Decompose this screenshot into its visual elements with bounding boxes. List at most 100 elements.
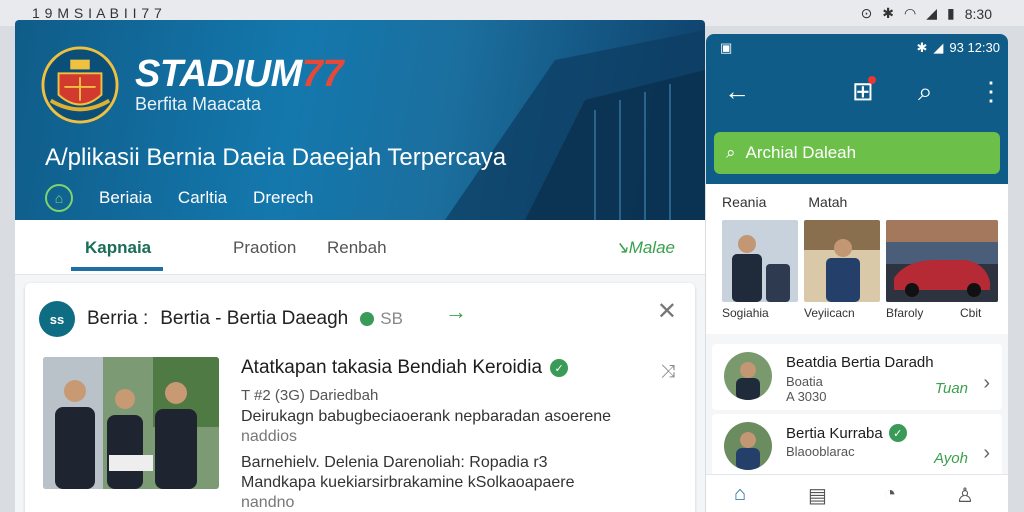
home-icon[interactable]: ⌂ bbox=[45, 184, 73, 212]
thumbnail-image[interactable] bbox=[886, 220, 998, 302]
battery-icon: ▮ bbox=[947, 5, 955, 21]
tab-praotion[interactable]: Praotion bbox=[233, 238, 296, 258]
phone-status-right: ✱ ◢ 93 12:30 bbox=[916, 40, 1000, 56]
bottom-nav: ⌂ ▤ ◔ ♙ bbox=[706, 474, 1008, 512]
list-item-sub-line: A 3030 bbox=[786, 389, 827, 404]
thumbnail-caption: Bfaroly bbox=[886, 306, 924, 320]
card-source-detail: Bertia - Bertia Daeagh bbox=[160, 308, 349, 329]
section-label[interactable]: Matah bbox=[808, 194, 847, 210]
card-sb: SB bbox=[360, 309, 403, 329]
brand-name-accent: 77 bbox=[301, 53, 344, 95]
phone-status-text: 93 12:30 bbox=[949, 40, 1000, 55]
news-title[interactable]: Atatkapan takasia Bendiah Keroidia ✓ bbox=[241, 357, 569, 379]
bluetooth-icon: ✱ bbox=[882, 5, 895, 21]
tab-more-label: Malae bbox=[628, 238, 675, 257]
news-card[interactable]: ss Berria : Bertia - Bertia Daeagh SB → … bbox=[25, 283, 695, 512]
signal-icon: ◢ bbox=[926, 5, 938, 21]
card-source: Berria : bbox=[87, 308, 149, 329]
tab-kapnaia[interactable]: Kapnaia bbox=[85, 238, 151, 258]
crest-logo bbox=[41, 46, 119, 124]
news-body-line: Barnehielv. Delenia Darenoliah: Ropadia … bbox=[241, 454, 548, 471]
news-meta: T #2 (3G) Dariedbah bbox=[241, 387, 379, 404]
more-vert-icon[interactable]: ⋮ bbox=[978, 76, 1004, 107]
list-item-title-text: Bertia Kurraba bbox=[786, 424, 883, 442]
list-item-title: Beatdia Bertia Daradh bbox=[786, 354, 934, 371]
hero-banner: STADIUM77 Berfita Maacata A/plikasii Ber… bbox=[15, 20, 705, 220]
left-app-window: STADIUM77 Berfita Maacata A/plikasii Ber… bbox=[15, 20, 705, 512]
brand-name: STADIUM77 bbox=[135, 53, 344, 96]
list-item[interactable]: Bertia Kurraba ✓ Blaooblarac Ayoh › bbox=[712, 414, 1002, 480]
news-title-text: Atatkapan takasia Bendiah Keroidia bbox=[241, 357, 543, 378]
card-sb-label: SB bbox=[380, 309, 403, 328]
hero-tagline: A/plikasii Bernia Daeia Daeejah Terperca… bbox=[45, 144, 507, 171]
thumbnail-image[interactable] bbox=[722, 220, 798, 302]
thumbnail-image[interactable] bbox=[804, 220, 880, 302]
outer-status-right: ⊙ ✱ ◠ ◢ ▮ 8:30 bbox=[861, 5, 992, 22]
thumbnail-row bbox=[722, 220, 998, 302]
news-body-line: nandno bbox=[241, 494, 295, 511]
phone-status-left: ▣ bbox=[720, 40, 733, 55]
close-icon[interactable]: ✕ bbox=[657, 297, 677, 326]
source-logo-icon: ss bbox=[39, 301, 75, 337]
building-illustration bbox=[445, 30, 705, 220]
phone-section-labels: Reania Matah bbox=[722, 194, 847, 210]
thumbnail-caption: Cbit bbox=[960, 306, 982, 320]
tab-renbah[interactable]: Renbah bbox=[327, 238, 387, 258]
arrow-right-icon[interactable]: → bbox=[445, 299, 467, 325]
list-item[interactable]: Beatdia Bertia Daradh Boatia A 3030 Tuan… bbox=[712, 344, 1002, 410]
avatar bbox=[724, 352, 772, 400]
phone-search-text: Archial Daleah bbox=[745, 143, 857, 162]
chat-icon[interactable]: ◔ bbox=[884, 483, 896, 506]
back-arrow-icon[interactable]: ← bbox=[724, 76, 750, 107]
news-body-line: naddios bbox=[241, 428, 298, 445]
news-body-line: Deirukagn babugbeciaoerank nepbaradan as… bbox=[241, 408, 612, 425]
phone-status-bar: ▣ ✱ ◢ 93 12:30 bbox=[720, 40, 1000, 56]
outer-status-time: 8:30 bbox=[964, 5, 992, 22]
hero-nav: ⌂ Beriaia Carltia Drerech bbox=[45, 184, 314, 212]
section-label[interactable]: Reania bbox=[722, 194, 766, 210]
card-header: ss Berria : Bertia - Bertia Daeagh SB bbox=[39, 301, 403, 337]
news-body-line: Mandkapa kuekiarsirbrakamine kSolkaoapae… bbox=[241, 474, 575, 491]
search-icon[interactable]: ⌕ bbox=[918, 76, 933, 108]
share-icon[interactable]: ⤨ bbox=[661, 361, 675, 382]
home-icon[interactable]: ⌂ bbox=[734, 483, 746, 506]
hero-nav-item-1[interactable]: Beriaia bbox=[99, 188, 152, 208]
phone-gallery-section: Reania Matah Sogiahia Veyiicacn Bfaroly … bbox=[706, 184, 1008, 334]
news-body: Deirukagn babugbeciaoerank nepbaradan as… bbox=[241, 407, 681, 512]
search-icon: ⌕ bbox=[726, 143, 736, 162]
thumbnail-caption: Sogiahia bbox=[722, 306, 769, 320]
chevron-right-icon: › bbox=[983, 442, 990, 464]
news-photo bbox=[43, 357, 219, 489]
verified-icon: ✓ bbox=[888, 424, 907, 442]
phone-toolbar: ← ⊞ ⌕ ⋮ bbox=[706, 74, 1008, 114]
verified-icon: ✓ bbox=[550, 359, 569, 377]
active-tab-indicator bbox=[71, 267, 163, 271]
list-item-title: Bertia Kurraba ✓ bbox=[786, 424, 907, 442]
chevron-right-icon: › bbox=[983, 372, 990, 394]
brand-name-main: STADIUM bbox=[135, 53, 302, 95]
add-post-icon[interactable]: ⊞ bbox=[852, 76, 876, 107]
list-item-sub: Boatia A 3030 bbox=[786, 374, 827, 404]
outer-status-left: 1 9 M S I A B I I 7 7 bbox=[32, 5, 163, 21]
tab-more[interactable]: ↘Malae bbox=[614, 238, 675, 258]
wifi-icon: ◠ bbox=[904, 5, 917, 21]
phone-panel: ▣ ✱ ◢ 93 12:30 ← ⊞ ⌕ ⋮ ⌕ Archial Daleah … bbox=[706, 34, 1008, 512]
alarm-icon: ⊙ bbox=[860, 5, 873, 21]
signal-icon: ◢ bbox=[933, 40, 944, 55]
bluetooth-icon: ✱ bbox=[916, 40, 928, 55]
hero-nav-item-2[interactable]: Carltia bbox=[178, 188, 227, 208]
list-item-sub-line: Blaooblarac bbox=[786, 444, 855, 459]
news-icon[interactable]: ▤ bbox=[808, 483, 827, 508]
phone-search-bar[interactable]: ⌕ Archial Daleah bbox=[714, 132, 1000, 174]
list-item-sub-line: Boatia bbox=[786, 374, 823, 389]
avatar bbox=[724, 422, 772, 470]
source-badge-icon bbox=[360, 312, 375, 326]
thumbnail-caption: Veyiicacn bbox=[804, 306, 855, 320]
list-item-right: Tuan bbox=[934, 380, 968, 397]
brand-subtitle: Berfita Maacata bbox=[135, 94, 262, 114]
thumbnail-captions: Sogiahia Veyiicacn Bfaroly Cbit bbox=[722, 306, 981, 320]
hero-nav-item-3[interactable]: Drerech bbox=[253, 188, 313, 208]
notification-dot bbox=[867, 76, 876, 84]
profile-icon[interactable]: ♙ bbox=[956, 483, 974, 508]
list-item-right: Ayoh bbox=[933, 450, 968, 467]
